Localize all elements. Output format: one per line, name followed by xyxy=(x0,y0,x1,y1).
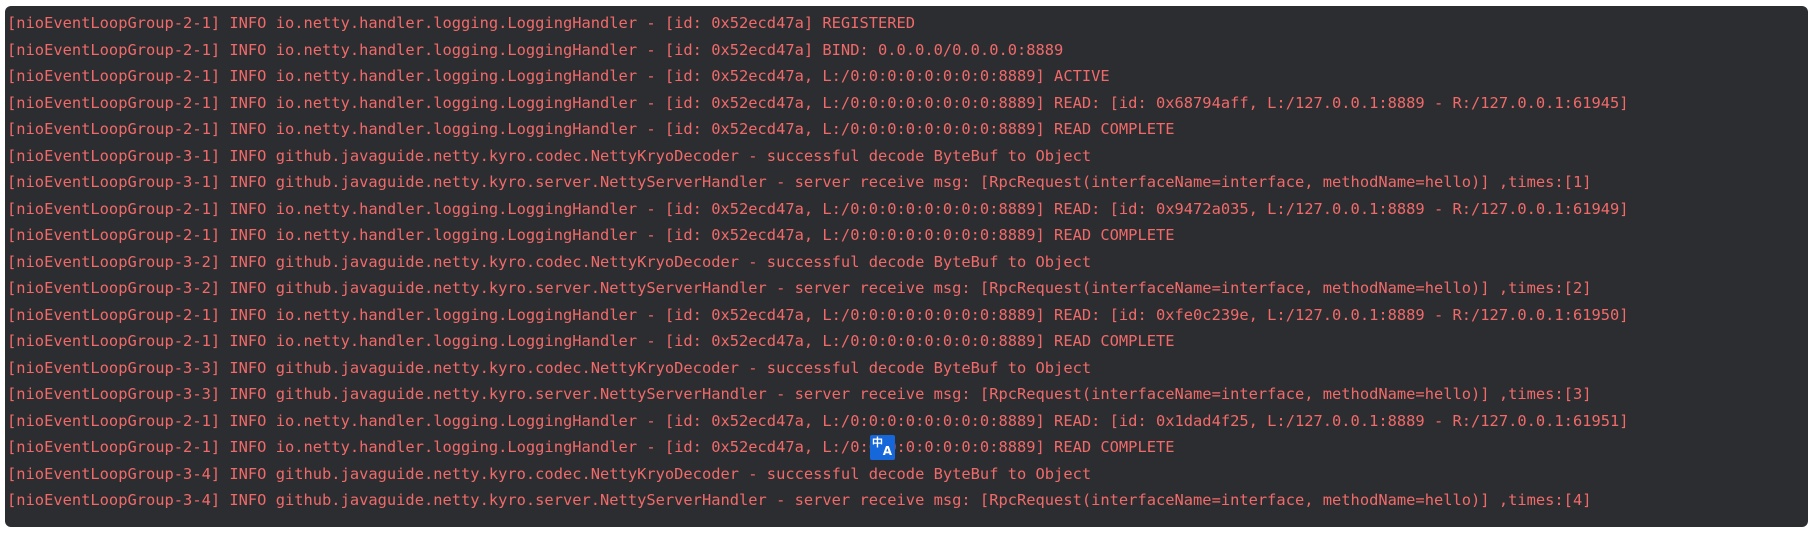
log-line: [nioEventLoopGroup-2-1] INFO io.netty.ha… xyxy=(7,305,1629,324)
log-line: [nioEventLoopGroup-3-1] INFO github.java… xyxy=(7,173,1592,191)
log-line: [nioEventLoopGroup-2-1] INFO io.netty.ha… xyxy=(7,67,1110,85)
log-line: [nioEventLoopGroup-2-1] INFO io.netty.ha… xyxy=(7,226,1175,244)
log-line: [nioEventLoopGroup-3-1] INFO github.java… xyxy=(7,146,1092,165)
log-line: [nioEventLoopGroup-2-1] INFO io.netty.ha… xyxy=(7,93,1629,112)
log-line: [nioEventLoopGroup-2-1] INFO io.netty.ha… xyxy=(7,40,1064,59)
log-line: [nioEventLoopGroup-2-1] INFO io.netty.ha… xyxy=(7,411,1629,430)
log-line: [nioEventLoopGroup-2-1] INFO io.netty.ha… xyxy=(7,199,1629,218)
console-output-panel: [nioEventLoopGroup-2-1] INFO io.netty.ha… xyxy=(5,6,1808,527)
log-line: [nioEventLoopGroup-2-1] INFO io.netty.ha… xyxy=(7,14,916,32)
log-line: [nioEventLoopGroup-3-4] INFO github.java… xyxy=(7,491,1592,509)
translate-a-glyph: A xyxy=(882,444,892,458)
log-line: [nioEventLoopGroup-2-1] INFO io.netty.ha… xyxy=(7,120,1175,138)
log-line: [nioEventLoopGroup-3-2] INFO github.java… xyxy=(7,279,1592,297)
translate-zh-glyph: 中 xyxy=(872,436,883,449)
log-line: [nioEventLoopGroup-3-4] INFO github.java… xyxy=(7,464,1092,483)
log-line: [nioEventLoopGroup-3-3] INFO github.java… xyxy=(7,358,1092,377)
log-line: [nioEventLoopGroup-2-1] INFO io.netty.ha… xyxy=(7,438,1175,456)
log-line: [nioEventLoopGroup-3-3] INFO github.java… xyxy=(7,385,1592,403)
log-line: [nioEventLoopGroup-3-2] INFO github.java… xyxy=(7,252,1092,271)
log-line: [nioEventLoopGroup-2-1] INFO io.netty.ha… xyxy=(7,332,1175,350)
translate-icon[interactable]: 中 A xyxy=(870,435,895,460)
